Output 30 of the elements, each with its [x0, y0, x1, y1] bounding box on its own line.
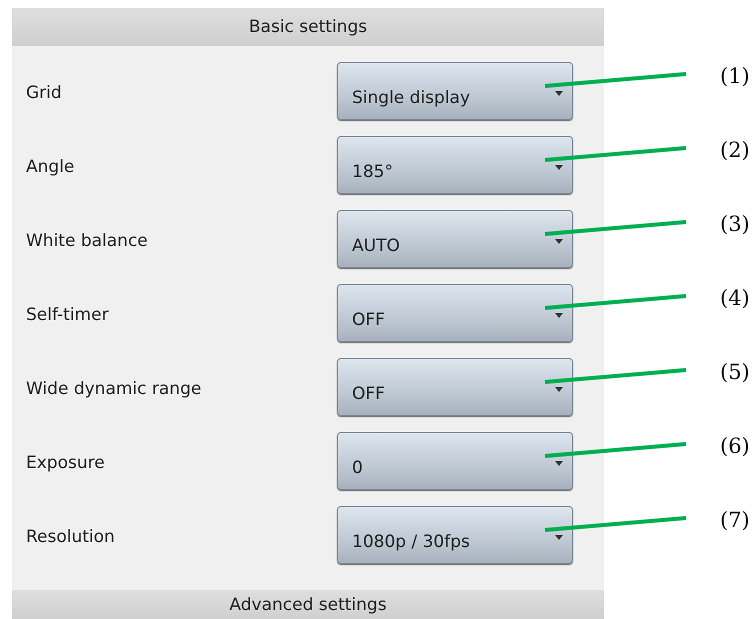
setting-label: Wide dynamic range: [25, 379, 202, 399]
setting-dropdown[interactable]: AUTO: [337, 210, 573, 268]
caret-icon: [555, 313, 563, 318]
setting-dropdown[interactable]: Single display: [337, 62, 573, 120]
setting-label: White balance: [25, 231, 149, 251]
caret-icon: [555, 387, 563, 392]
setting-dropdown[interactable]: OFF: [337, 358, 573, 416]
caret-icon: [555, 535, 563, 540]
callout-number: (7): [720, 508, 750, 532]
setting-dropdown[interactable]: 1080p / 30fps: [337, 506, 573, 564]
callout-number: (4): [720, 286, 750, 310]
setting-label: Resolution: [25, 527, 116, 547]
section-header[interactable]: Advanced settings: [12, 590, 604, 619]
setting-dropdown[interactable]: 185°: [337, 136, 573, 194]
section-header[interactable]: Basic settings: [12, 8, 604, 46]
callout-number: (6): [720, 434, 750, 458]
setting-dropdown[interactable]: OFF: [337, 284, 573, 342]
setting-label: Angle: [25, 157, 76, 177]
caret-icon: [555, 165, 563, 170]
caret-icon: [555, 239, 563, 244]
callout-number: (1): [720, 64, 750, 88]
setting-label: Self-timer: [25, 305, 110, 325]
callout-number: (5): [720, 360, 750, 384]
setting-dropdown[interactable]: 0: [337, 432, 573, 490]
caret-icon: [555, 91, 563, 96]
callout-number: (2): [720, 138, 750, 162]
caret-icon: [555, 461, 563, 466]
callout-number: (3): [720, 212, 750, 236]
setting-label: Exposure: [25, 453, 106, 473]
setting-label: Grid: [25, 83, 63, 103]
